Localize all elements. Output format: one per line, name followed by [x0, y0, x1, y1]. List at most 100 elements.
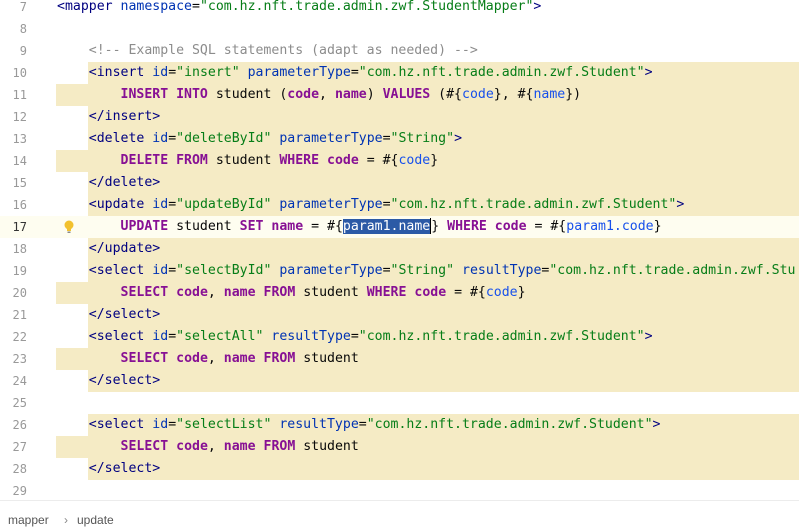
code-token: namespace: [120, 0, 192, 14]
breadcrumb-separator: ›: [64, 513, 68, 527]
code-token: parameterType: [279, 197, 383, 212]
code-token: }: [431, 219, 448, 234]
code-token: ,: [207, 439, 224, 454]
code-token: ,: [207, 285, 224, 300]
code-token: UPDATE: [120, 219, 169, 234]
code-token: </update>: [88, 241, 161, 256]
code-token: =: [382, 131, 391, 146]
code-token: ,: [207, 351, 224, 366]
code-line[interactable]: 17 UPDATE student SET name = #{param1.na…: [0, 216, 799, 238]
code-token: FROM: [263, 439, 296, 454]
breadcrumb-item-update[interactable]: update: [77, 513, 114, 527]
code-line[interactable]: 21 </select>: [0, 304, 799, 326]
code-token: INSERT INTO: [120, 87, 208, 102]
code-text[interactable]: <select id="selectAll" resultType="com.h…: [57, 326, 653, 348]
code-token: WHERE: [279, 153, 320, 168]
line-number: 14: [12, 154, 27, 168]
code-token: SELECT: [120, 285, 169, 300]
code-line[interactable]: 15 </delete>: [0, 172, 799, 194]
code-token: }: [430, 153, 439, 168]
code-token: =: [382, 197, 391, 212]
code-token: parameterType: [279, 263, 383, 278]
code-token: FROM: [263, 351, 296, 366]
code-line[interactable]: 22 <select id="selectAll" resultType="co…: [0, 326, 799, 348]
code-line[interactable]: 9 <!-- Example SQL statements (adapt as …: [0, 40, 799, 62]
code-text[interactable]: <mapper namespace="com.hz.nft.trade.admi…: [57, 0, 541, 18]
code-token: name: [533, 87, 566, 102]
code-line[interactable]: 26 <select id="selectList" resultType="c…: [0, 414, 799, 436]
code-line[interactable]: 28 </select>: [0, 458, 799, 480]
code-text[interactable]: </select>: [57, 458, 160, 480]
code-token: >: [454, 131, 463, 146]
line-number: 28: [12, 462, 27, 476]
code-line[interactable]: 27 SELECT code, name FROM student: [0, 436, 799, 458]
line-number: 22: [12, 330, 27, 344]
line-number: 20: [12, 286, 27, 300]
code-token: </select>: [88, 307, 161, 322]
code-text[interactable]: </select>: [57, 304, 160, 326]
code-line[interactable]: 18 </update>: [0, 238, 799, 260]
code-line[interactable]: 12 </insert>: [0, 106, 799, 128]
code-line[interactable]: 19 <select id="selectById" parameterType…: [0, 260, 799, 282]
code-token: resultType: [271, 329, 351, 344]
code-text[interactable]: </select>: [57, 370, 160, 392]
code-text[interactable]: INSERT INTO student (code, name) VALUES …: [57, 84, 582, 106]
code-line[interactable]: 16 <update id="updateById" parameterType…: [0, 194, 799, 216]
code-token: "selectAll": [176, 329, 272, 344]
code-text[interactable]: </update>: [57, 238, 160, 260]
code-token: "deleteById": [176, 131, 280, 146]
code-token: = #{: [358, 153, 399, 168]
code-line[interactable]: 11 INSERT INTO student (code, name) VALU…: [0, 84, 799, 106]
code-text[interactable]: <select id="selectById" parameterType="S…: [57, 260, 796, 282]
code-text[interactable]: SELECT code, name FROM student WHERE cod…: [57, 282, 526, 304]
code-text[interactable]: SELECT code, name FROM student: [57, 348, 359, 370]
code-text[interactable]: <update id="updateById" parameterType="c…: [57, 194, 685, 216]
code-line[interactable]: 29: [0, 480, 799, 502]
code-text[interactable]: DELETE FROM student WHERE code = #{code}: [57, 150, 439, 172]
code-line[interactable]: 14 DELETE FROM student WHERE code = #{co…: [0, 150, 799, 172]
code-line[interactable]: 24 </select>: [0, 370, 799, 392]
lightbulb-icon[interactable]: [64, 220, 74, 234]
code-token: name: [223, 439, 256, 454]
code-line[interactable]: 13 <delete id="deleteById" parameterType…: [0, 128, 799, 150]
code-line[interactable]: 23 SELECT code, name FROM student: [0, 348, 799, 370]
code-token: = #{: [303, 219, 343, 234]
code-line[interactable]: 20 SELECT code, name FROM student WHERE …: [0, 282, 799, 304]
code-text[interactable]: <select id="selectList" resultType="com.…: [57, 414, 661, 436]
code-token: student: [207, 153, 280, 168]
code-token: student: [295, 285, 367, 300]
code-text[interactable]: <delete id="deleteById" parameterType="S…: [57, 128, 462, 150]
code-token: WHERE: [366, 285, 407, 300]
code-line[interactable]: 8: [0, 18, 799, 40]
code-text[interactable]: <insert id="insert" parameterType="com.h…: [57, 62, 653, 84]
code-token: <select: [88, 417, 153, 432]
code-text[interactable]: </delete>: [57, 172, 160, 194]
code-token: =: [168, 417, 177, 432]
code-text[interactable]: </insert>: [57, 106, 160, 128]
code-token: code: [398, 153, 431, 168]
code-token: "com.hz.nft.trade.admin.zwf.Student": [358, 65, 645, 80]
code-token: <!-- Example SQL statements (adapt as ne…: [88, 43, 478, 58]
code-text[interactable]: <!-- Example SQL statements (adapt as ne…: [57, 40, 478, 62]
code-token: WHERE: [447, 219, 487, 234]
code-text[interactable]: SELECT code, name FROM student: [57, 436, 359, 458]
code-token: resultType: [462, 263, 542, 278]
breadcrumb-item-mapper[interactable]: mapper: [8, 513, 49, 527]
code-editor[interactable]: 7 <mapper namespace="com.hz.nft.trade.adm…: [0, 0, 799, 508]
line-number: 10: [12, 66, 27, 80]
code-token: id: [152, 131, 169, 146]
code-line[interactable]: 10 <insert id="insert" parameterType="co…: [0, 62, 799, 84]
code-line[interactable]: 25: [0, 392, 799, 414]
code-line[interactable]: 7 <mapper namespace="com.hz.nft.trade.adm…: [0, 0, 799, 18]
code-token: }: [517, 285, 526, 300]
code-text[interactable]: UPDATE student SET name = #{param1.name}…: [57, 216, 662, 238]
line-number: 13: [12, 132, 27, 146]
